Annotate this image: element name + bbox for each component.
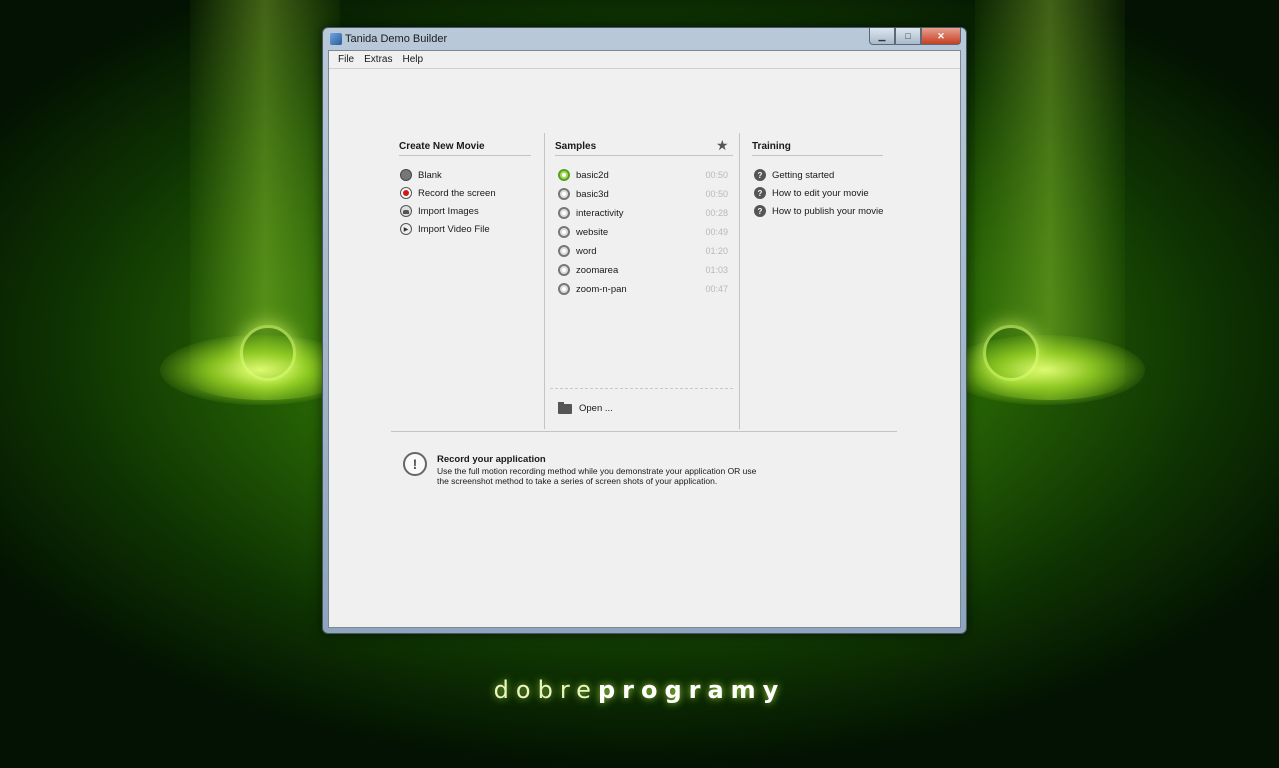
import-video-link[interactable]: ▶ Import Video File	[400, 223, 490, 235]
desktop-ring-left	[240, 325, 296, 381]
sample-duration: 01:03	[705, 265, 728, 275]
images-icon	[400, 205, 412, 217]
desktop-ring-right	[983, 325, 1039, 381]
sample-duration: 00:50	[705, 170, 728, 180]
sample-item-word[interactable]: word 01:20	[558, 245, 728, 257]
sample-item-zoom-n-pan[interactable]: zoom-n-pan 00:47	[558, 283, 728, 295]
training-section-title: Training	[752, 141, 791, 152]
favorites-star-icon[interactable]: ★	[716, 137, 729, 154]
video-file-icon: ▶	[400, 223, 412, 235]
sample-item-website[interactable]: website 00:49	[558, 226, 728, 238]
sample-duration: 00:47	[705, 284, 728, 294]
menu-extras[interactable]: Extras	[359, 54, 397, 65]
app-window: Tanida Demo Builder ▁ □ ✕ File Extras He…	[322, 27, 967, 634]
training-edit-movie-link[interactable]: ? How to edit your movie	[754, 187, 869, 199]
desktop-glow-right	[945, 335, 1145, 405]
window-title: Tanida Demo Builder	[345, 33, 448, 45]
samples-footer-rule	[550, 388, 733, 389]
sample-play-icon	[558, 226, 570, 238]
sample-play-icon	[558, 264, 570, 276]
samples-section-title: Samples	[555, 141, 597, 152]
sample-play-icon	[558, 283, 570, 295]
create-section-title: Create New Movie	[399, 141, 485, 152]
info-title: Record your application	[437, 454, 546, 465]
record-screen-link[interactable]: Record the screen	[400, 187, 496, 199]
folder-open-icon	[558, 401, 572, 414]
create-blank-link[interactable]: Blank	[400, 169, 442, 181]
open-file-link[interactable]: Open ...	[558, 401, 613, 414]
sample-item-zoomarea[interactable]: zoomarea 01:03	[558, 264, 728, 276]
import-images-link[interactable]: Import Images	[400, 205, 479, 217]
sample-duration: 00:49	[705, 227, 728, 237]
info-description: Use the full motion recording method whi…	[437, 466, 757, 486]
wallpaper-brand-logo: dobreprogramy	[493, 676, 786, 704]
window-client-area: File Extras Help Create New Movie Blank …	[328, 50, 961, 628]
minimize-button[interactable]: ▁	[869, 28, 895, 45]
sample-item-basic2d[interactable]: basic2d 00:50	[558, 169, 728, 181]
blank-icon	[400, 169, 412, 181]
sample-item-interactivity[interactable]: interactivity 00:28	[558, 207, 728, 219]
info-separator	[391, 431, 897, 432]
warning-info-icon: !	[403, 452, 427, 476]
sample-play-icon	[558, 207, 570, 219]
record-icon	[400, 187, 412, 199]
samples-title-rule	[555, 155, 733, 156]
app-icon	[330, 33, 342, 45]
maximize-button[interactable]: □	[895, 28, 921, 45]
help-icon: ?	[754, 169, 766, 181]
column-separator-2	[739, 133, 740, 429]
sample-duration: 01:20	[705, 246, 728, 256]
window-controls: ▁ □ ✕	[869, 28, 961, 45]
sample-item-basic3d[interactable]: basic3d 00:50	[558, 188, 728, 200]
sample-duration: 00:50	[705, 189, 728, 199]
help-icon: ?	[754, 187, 766, 199]
menu-file[interactable]: File	[333, 54, 359, 65]
menu-bar: File Extras Help	[329, 51, 960, 69]
sample-play-icon	[558, 188, 570, 200]
training-getting-started-link[interactable]: ? Getting started	[754, 169, 834, 181]
title-bar[interactable]: Tanida Demo Builder ▁ □ ✕	[323, 28, 966, 50]
sample-play-icon	[558, 245, 570, 257]
help-icon: ?	[754, 205, 766, 217]
column-separator-1	[544, 133, 545, 429]
training-publish-movie-link[interactable]: ? How to publish your movie	[754, 205, 883, 217]
sample-duration: 00:28	[705, 208, 728, 218]
menu-help[interactable]: Help	[397, 54, 428, 65]
training-title-rule	[752, 155, 883, 156]
create-title-rule	[399, 155, 531, 156]
sample-play-icon	[558, 169, 570, 181]
close-button[interactable]: ✕	[921, 28, 961, 45]
